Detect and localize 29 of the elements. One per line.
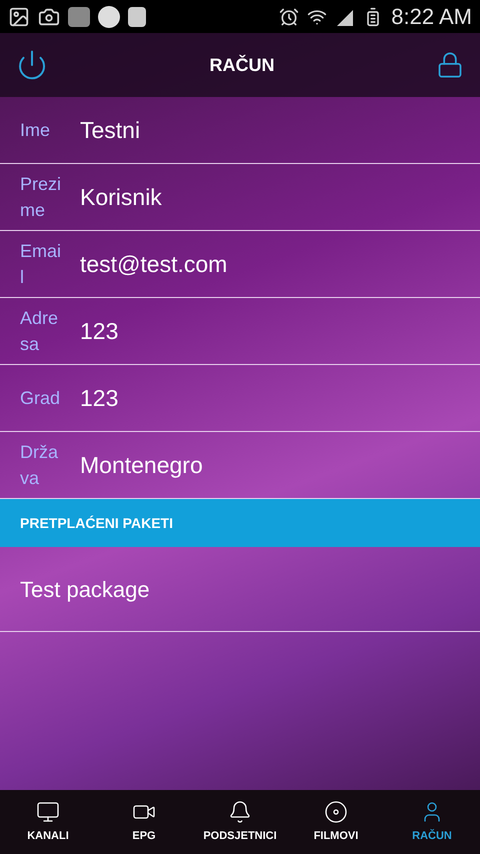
field-value: Testni — [80, 116, 140, 145]
field-label: Ime — [20, 119, 52, 142]
field-value: 123 — [80, 384, 118, 413]
nav-tab[interactable]: FILMOVI — [288, 790, 384, 854]
field-value: Korisnik — [80, 182, 162, 212]
nav-tab[interactable]: RAČUN — [384, 790, 480, 854]
field-value: Montenegro — [80, 450, 203, 480]
lock-button[interactable] — [436, 51, 464, 79]
field-label: Prezime — [20, 173, 62, 222]
field-value: test@test.com — [80, 250, 228, 279]
power-button[interactable] — [16, 49, 48, 81]
field-label: Grad — [20, 387, 62, 410]
screen-title: RAČUN — [210, 54, 274, 76]
alarm-icon — [279, 6, 300, 26]
signal-icon — [335, 8, 356, 26]
bell-icon — [228, 800, 252, 824]
package-name: Test package — [20, 576, 150, 604]
field-label: Država — [20, 441, 60, 490]
section-header: PRETPLAĆENI PAKETI — [0, 499, 480, 547]
gallery-icon — [8, 6, 30, 28]
clock-time: 8:22 AM — [391, 3, 472, 31]
nav-tab[interactable]: KANALI — [0, 790, 96, 854]
field-value: 123 — [80, 316, 118, 346]
monitor-icon — [36, 800, 60, 824]
field-label: Email — [20, 240, 62, 289]
disc-icon — [324, 800, 348, 824]
nav-tab[interactable]: EPG — [96, 790, 192, 854]
nav-tab[interactable]: PODSJETNICI — [192, 790, 288, 854]
field-label: Adresa — [20, 307, 60, 356]
